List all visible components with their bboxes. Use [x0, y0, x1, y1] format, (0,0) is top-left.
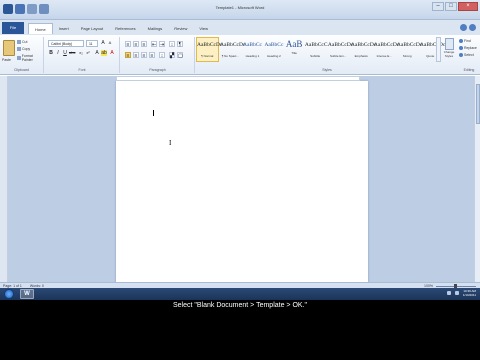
window-controls: – □ × — [432, 2, 478, 11]
align-right-icon[interactable]: ≡ — [141, 52, 147, 59]
tab-review[interactable]: Review — [168, 23, 193, 34]
paste-icon[interactable] — [3, 40, 15, 56]
font-group: Calibri (Body) 11 A A B I U abc x₂ x² A … — [45, 37, 120, 73]
scrollbar-thumb[interactable] — [476, 84, 480, 124]
system-tray: 10:39 AM 1/10/2011 — [446, 289, 476, 297]
minimize-ribbon-icon[interactable] — [460, 24, 467, 31]
tab-page-layout[interactable]: Page Layout — [75, 23, 109, 34]
underline-icon[interactable]: U — [62, 50, 68, 56]
paragraph-label: Paragraph — [149, 68, 166, 72]
clock[interactable]: 10:39 AM 1/10/2011 — [463, 289, 476, 297]
increase-indent-icon[interactable]: ⇥ — [159, 41, 165, 48]
tab-insert[interactable]: Insert — [53, 23, 75, 34]
close-button[interactable]: × — [458, 2, 478, 11]
font-label: Font — [78, 68, 86, 72]
help-icon[interactable] — [469, 24, 476, 31]
show-marks-icon[interactable]: ¶ — [177, 41, 183, 48]
text-effects-icon[interactable]: A — [94, 50, 100, 56]
ribbon-tabs: File Home Insert Page Layout References … — [0, 20, 480, 35]
shrink-font-icon[interactable]: A — [107, 40, 113, 46]
taskbar: W 10:39 AM 1/10/2011 — [0, 288, 480, 300]
title-bar: Template1 - Microsoft Word – □ × — [0, 0, 480, 20]
ribbon-home: Paste Cut Copy Format Painter Clipboard … — [0, 35, 480, 75]
window-title: Template1 - Microsoft Word — [215, 5, 265, 10]
paragraph-group: ≡ ≡ ≡ ⇤ ⇥ ↕ ¶ ≡ ≡ ≡ ≡ ↕ ▞ ▢ Paragraph — [121, 37, 195, 73]
video-caption: Select "Blank Document > Template > OK." — [172, 302, 308, 309]
maximize-button[interactable]: □ — [445, 2, 457, 11]
paintbrush-icon — [17, 56, 21, 60]
bullets-icon[interactable]: ≡ — [125, 41, 131, 48]
scissors-icon — [17, 40, 21, 44]
document-page[interactable]: I — [116, 81, 368, 291]
styles-group: Styles — [196, 37, 458, 73]
superscript-icon[interactable]: x² — [85, 50, 91, 56]
text-cursor — [153, 110, 154, 116]
justify-icon[interactable]: ≡ — [149, 52, 155, 59]
sort-icon[interactable]: ↕ — [169, 41, 175, 48]
word-taskbar-button[interactable]: W — [20, 289, 34, 299]
tab-home[interactable]: Home — [28, 23, 53, 34]
font-color-icon[interactable]: A — [109, 50, 115, 56]
tab-mailings[interactable]: Mailings — [142, 23, 169, 34]
clipboard-group: Paste Cut Copy Format Painter Clipboard — [0, 37, 44, 73]
format-painter-button[interactable]: Format Painter — [17, 54, 43, 62]
word-window: Template1 - Microsoft Word – □ × File Ho… — [0, 0, 480, 300]
copy-button[interactable]: Copy — [17, 47, 30, 51]
volume-icon[interactable] — [454, 291, 459, 295]
numbering-icon[interactable]: ≡ — [133, 41, 139, 48]
align-left-icon[interactable]: ≡ — [125, 52, 131, 59]
ibeam-pointer-icon: I — [169, 139, 172, 147]
network-icon[interactable] — [446, 291, 451, 295]
styles-label: Styles — [322, 68, 332, 72]
italic-icon[interactable]: I — [55, 50, 61, 56]
cut-button[interactable]: Cut — [17, 40, 27, 44]
bold-icon[interactable]: B — [48, 50, 54, 56]
editing-label: Editing — [463, 68, 475, 72]
shading-icon[interactable]: ▞ — [169, 52, 175, 59]
subscript-icon[interactable]: x₂ — [78, 50, 84, 56]
line-spacing-icon[interactable]: ↕ — [159, 52, 165, 59]
multilevel-list-icon[interactable]: ≡ — [141, 41, 147, 48]
strikethrough-icon[interactable]: abc — [69, 50, 75, 56]
clipboard-label: Clipboard — [14, 68, 29, 72]
vertical-scrollbar[interactable] — [474, 76, 480, 282]
vertical-ruler — [0, 76, 8, 282]
copy-icon — [17, 47, 21, 51]
tab-file[interactable]: File — [2, 22, 24, 34]
tab-view[interactable]: View — [193, 23, 214, 34]
borders-icon[interactable]: ▢ — [177, 52, 183, 59]
font-name-select[interactable]: Calibri (Body) — [48, 40, 84, 47]
decrease-indent-icon[interactable]: ⇤ — [151, 41, 157, 48]
align-center-icon[interactable]: ≡ — [133, 52, 139, 59]
document-area: I — [8, 76, 474, 291]
tab-references[interactable]: References — [109, 23, 141, 34]
highlight-icon[interactable]: ab — [101, 50, 107, 56]
font-size-select[interactable]: 11 — [86, 40, 98, 47]
minimize-button[interactable]: – — [432, 2, 444, 11]
grow-font-icon[interactable]: A — [100, 40, 106, 46]
zoom-slider[interactable] — [436, 283, 476, 289]
paste-button[interactable]: Paste — [2, 58, 11, 62]
horizontal-ruler — [116, 76, 360, 81]
editing-group: Editing — [458, 37, 480, 73]
start-button-icon[interactable] — [4, 289, 14, 299]
